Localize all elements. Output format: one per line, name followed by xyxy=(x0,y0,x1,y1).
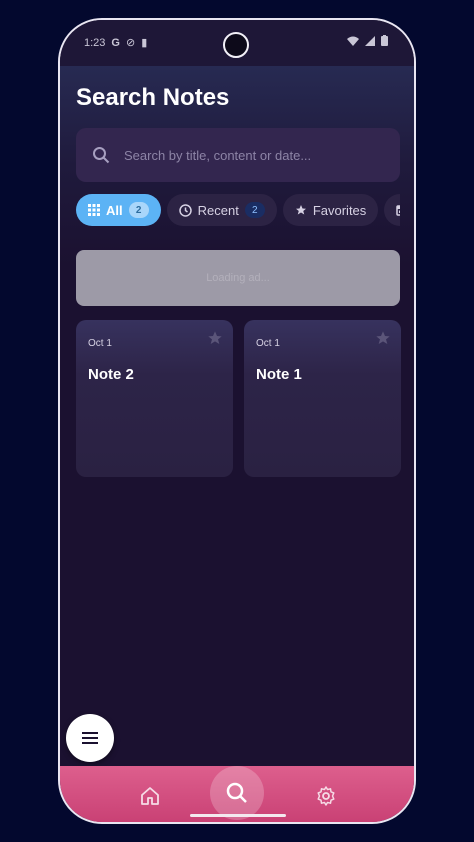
search-input[interactable] xyxy=(122,146,386,164)
wifi-icon xyxy=(347,36,359,46)
favorite-star-icon[interactable] xyxy=(375,330,391,346)
settings-icon[interactable] xyxy=(314,784,338,808)
note-card[interactable]: Oct 1 Note 2 xyxy=(76,320,233,477)
camera-cutout xyxy=(223,32,249,58)
battery-icon xyxy=(381,35,388,46)
filter-chip-label: Favorites xyxy=(312,202,367,218)
filter-chip-recent[interactable]: Recent 2 xyxy=(166,194,277,226)
search-icon xyxy=(226,782,247,803)
status-right xyxy=(347,35,388,46)
status-time: 1:23 xyxy=(84,36,106,49)
menu-fab[interactable] xyxy=(66,714,114,762)
filter-chip-date[interactable]: T xyxy=(384,194,400,226)
status-bar: 1:23 G ⊘ ▮ xyxy=(60,20,414,66)
count-badge: 2 xyxy=(128,202,149,218)
calendar-icon xyxy=(396,205,400,216)
search-icon xyxy=(93,147,110,164)
nav-search-button[interactable] xyxy=(210,766,264,820)
filter-chip-label: Recent xyxy=(197,202,239,218)
blocked-icon: ⊘ xyxy=(125,37,136,49)
sim-icon: ▮ xyxy=(141,37,148,49)
count-badge: 2 xyxy=(244,202,265,218)
filter-chips: All 2 Recent 2 Favorites T xyxy=(76,194,400,228)
note-title: Note 1 xyxy=(256,366,302,383)
note-date: Oct 1 xyxy=(88,338,112,349)
favorite-star-icon[interactable] xyxy=(207,330,223,346)
home-icon[interactable] xyxy=(138,784,162,808)
phone-frame: 1:23 G ⊘ ▮ Search Notes All 2 xyxy=(58,18,416,824)
g-icon: G xyxy=(111,36,120,49)
note-title: Note 2 xyxy=(88,366,134,383)
home-indicator xyxy=(190,814,286,817)
filter-chip-favorites[interactable]: Favorites xyxy=(282,194,379,226)
grid-icon xyxy=(88,204,100,216)
signal-icon xyxy=(365,35,375,46)
clock-icon xyxy=(178,203,192,217)
page-title: Search Notes xyxy=(76,84,230,111)
filter-chip-all[interactable]: All 2 xyxy=(76,194,161,226)
filter-chip-label: All xyxy=(106,202,123,218)
ad-loading-text: Loading ad... xyxy=(206,272,270,284)
ad-banner[interactable]: Loading ad... xyxy=(76,250,400,306)
note-card[interactable]: Oct 1 Note 1 xyxy=(244,320,401,477)
status-left: 1:23 G ⊘ ▮ xyxy=(84,36,148,50)
note-date: Oct 1 xyxy=(256,338,280,349)
search-bar[interactable] xyxy=(76,128,400,182)
menu-icon xyxy=(82,732,98,744)
star-icon xyxy=(295,205,306,215)
